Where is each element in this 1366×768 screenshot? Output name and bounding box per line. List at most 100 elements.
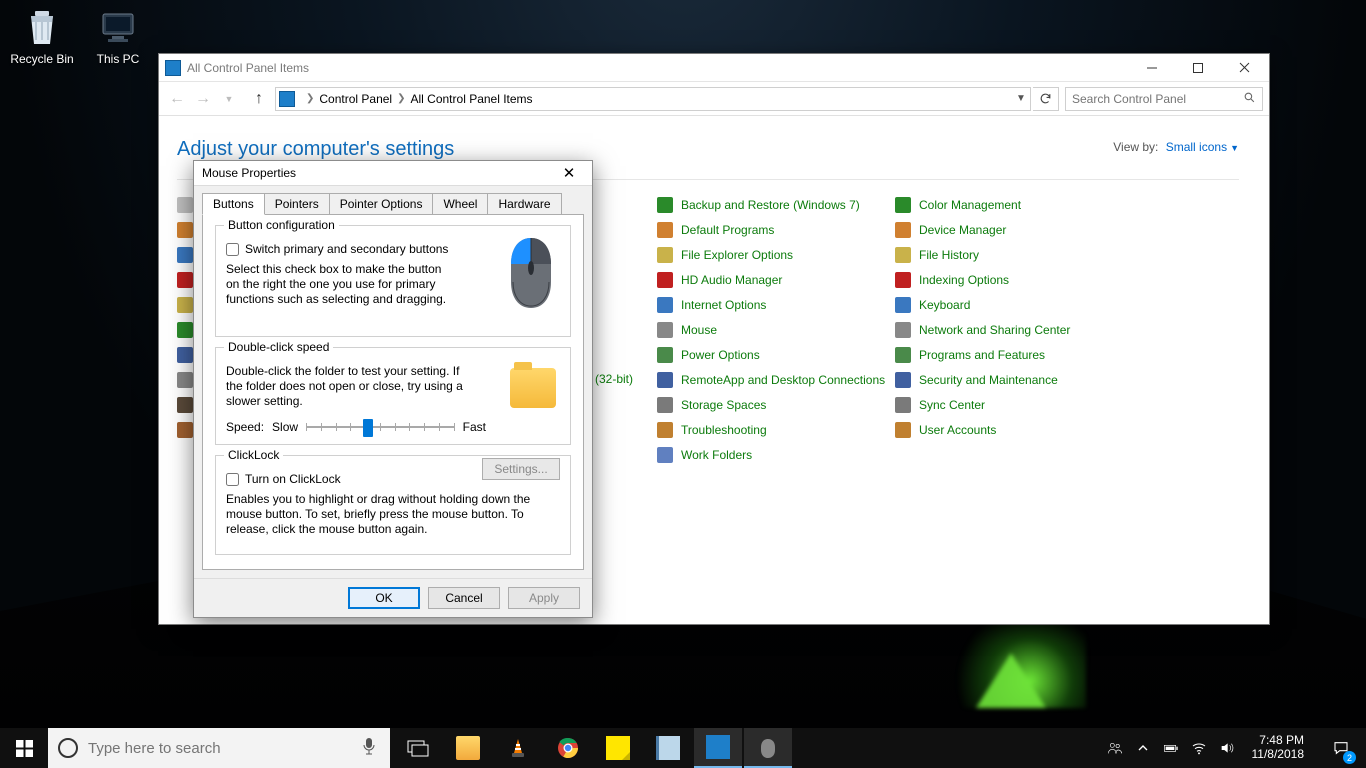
control-panel-item[interactable]: Security and Maintenance — [895, 367, 1155, 392]
titlebar[interactable]: All Control Panel Items — [159, 54, 1269, 82]
taskbar-search[interactable] — [48, 728, 390, 768]
breadcrumb-item[interactable]: All Control Panel Items — [411, 92, 533, 106]
dialog-close-button[interactable]: ✕ — [554, 162, 584, 184]
dialog-tab[interactable]: Hardware — [487, 193, 561, 215]
control-panel-item[interactable]: Internet Options — [657, 292, 895, 317]
control-panel-item-link[interactable]: Internet Options — [681, 298, 766, 312]
double-click-speed-slider[interactable] — [306, 417, 455, 437]
control-panel-item[interactable]: Device Manager — [895, 217, 1155, 242]
control-panel-item-link[interactable]: Work Folders — [681, 448, 752, 462]
control-panel-item-link[interactable]: RemoteApp and Desktop Connections — [681, 373, 885, 387]
control-panel-item-link[interactable]: File History — [919, 248, 979, 262]
control-panel-item-link[interactable]: Indexing Options — [919, 273, 1009, 287]
control-panel-item[interactable]: Sync Center — [895, 392, 1155, 417]
control-panel-item[interactable]: Storage Spaces — [657, 392, 895, 417]
control-panel-item-link[interactable]: Network and Sharing Center — [919, 323, 1070, 337]
control-panel-item-link[interactable]: Power Options — [681, 348, 760, 362]
control-panel-item-link[interactable]: Troubleshooting — [681, 423, 767, 437]
refresh-button[interactable] — [1033, 87, 1059, 111]
control-panel-item-link[interactable]: User Accounts — [919, 423, 996, 437]
control-panel-item[interactable]: Mouse — [657, 317, 895, 342]
control-panel-item[interactable]: Default Programs — [657, 217, 895, 242]
control-panel-item[interactable]: Work Folders — [657, 442, 895, 467]
task-view-button[interactable] — [394, 728, 442, 768]
control-panel-item-link[interactable]: Sync Center — [919, 398, 985, 412]
breadcrumb-item[interactable]: Control Panel — [319, 92, 392, 106]
taskbar-chrome[interactable] — [544, 728, 592, 768]
dialog-tab[interactable]: Wheel — [432, 193, 488, 215]
nav-up-button[interactable]: ↑ — [247, 87, 271, 111]
control-panel-item[interactable]: User Accounts — [895, 417, 1155, 442]
start-button[interactable] — [0, 728, 48, 768]
taskbar-sticky-notes[interactable] — [594, 728, 642, 768]
control-panel-item-link[interactable]: Color Management — [919, 198, 1021, 212]
microphone-icon[interactable] — [362, 737, 380, 759]
slider-thumb[interactable] — [363, 419, 373, 437]
nav-back-button[interactable]: ← — [165, 87, 189, 111]
wifi-icon[interactable] — [1190, 739, 1208, 757]
control-panel-item-link[interactable]: Mouse — [681, 323, 717, 337]
partial-item-text[interactable]: (32-bit) — [595, 372, 633, 386]
search-input[interactable] — [1072, 92, 1243, 106]
maximize-button[interactable] — [1175, 55, 1221, 81]
control-panel-item-link[interactable]: File Explorer Options — [681, 248, 793, 262]
control-panel-item[interactable]: Indexing Options — [895, 267, 1155, 292]
address-bar[interactable]: ❯ Control Panel ❯ All Control Panel Item… — [275, 87, 1031, 111]
control-panel-item[interactable]: Troubleshooting — [657, 417, 895, 442]
control-panel-item[interactable]: File History — [895, 242, 1155, 267]
control-panel-item-link[interactable]: HD Audio Manager — [681, 273, 782, 287]
control-panel-item[interactable]: Power Options — [657, 342, 895, 367]
control-panel-item-link[interactable]: Programs and Features — [919, 348, 1045, 362]
view-by: View by: Small icons▼ — [1113, 140, 1239, 154]
control-panel-item-link[interactable]: Default Programs — [681, 223, 774, 237]
nav-recent-dropdown[interactable]: ▼ — [217, 87, 241, 111]
control-panel-item[interactable]: File Explorer Options — [657, 242, 895, 267]
control-panel-item-icon — [895, 197, 911, 213]
control-panel-item-link[interactable]: Storage Spaces — [681, 398, 766, 412]
dialog-tab[interactable]: Pointer Options — [329, 193, 434, 215]
taskbar-search-input[interactable] — [88, 740, 362, 757]
taskbar-notepad[interactable] — [644, 728, 692, 768]
address-dropdown[interactable]: ▼ — [1012, 93, 1030, 104]
control-panel-item-link[interactable]: Backup and Restore (Windows 7) — [681, 198, 860, 212]
taskbar-file-explorer[interactable] — [444, 728, 492, 768]
dialog-tab[interactable]: Buttons — [202, 193, 265, 215]
taskbar-control-panel[interactable] — [694, 728, 742, 768]
taskbar-clock[interactable]: 7:48 PM 11/8/2018 — [1252, 734, 1305, 762]
control-panel-item[interactable]: HD Audio Manager — [657, 267, 895, 292]
control-panel-item-icon — [895, 397, 911, 413]
people-icon[interactable] — [1106, 739, 1124, 757]
view-by-dropdown[interactable]: Small icons▼ — [1166, 140, 1239, 154]
search-box[interactable] — [1065, 87, 1263, 111]
volume-icon[interactable] — [1218, 739, 1236, 757]
control-panel-item[interactable]: Backup and Restore (Windows 7) — [657, 192, 895, 217]
page-heading: Adjust your computer's settings — [177, 138, 1239, 161]
minimize-button[interactable] — [1129, 55, 1175, 81]
checkbox-input[interactable] — [226, 243, 239, 256]
control-panel-item[interactable]: Color Management — [895, 192, 1155, 217]
test-folder-icon[interactable] — [510, 368, 556, 408]
nav-forward-button[interactable]: → — [191, 87, 215, 111]
dialog-titlebar[interactable]: Mouse Properties ✕ — [194, 161, 592, 186]
dialog-tab[interactable]: Pointers — [264, 193, 330, 215]
cancel-button[interactable]: Cancel — [428, 587, 500, 609]
desktop-icon-this-pc[interactable]: This PC — [82, 6, 154, 66]
battery-icon[interactable] — [1162, 739, 1180, 757]
control-panel-item-link[interactable]: Device Manager — [919, 223, 1006, 237]
tab-body-buttons: Button configuration Switch primary and … — [202, 214, 584, 570]
taskbar-mouse-settings[interactable] — [744, 728, 792, 768]
tray-overflow-button[interactable] — [1134, 739, 1152, 757]
checkbox-input[interactable] — [226, 473, 239, 486]
control-panel-item[interactable]: Programs and Features — [895, 342, 1155, 367]
action-center-button[interactable]: 2 — [1320, 728, 1362, 768]
desktop-icon-recycle-bin[interactable]: Recycle Bin — [6, 6, 78, 66]
control-panel-item[interactable]: Keyboard — [895, 292, 1155, 317]
close-button[interactable] — [1221, 55, 1267, 81]
taskbar-vlc[interactable] — [494, 728, 542, 768]
control-panel-item[interactable]: Network and Sharing Center — [895, 317, 1155, 342]
control-panel-item-link[interactable]: Keyboard — [919, 298, 970, 312]
ok-button[interactable]: OK — [348, 587, 420, 609]
control-panel-item-icon — [657, 347, 673, 363]
control-panel-item[interactable]: RemoteApp and Desktop Connections — [657, 367, 895, 392]
control-panel-item-link[interactable]: Security and Maintenance — [919, 373, 1058, 387]
